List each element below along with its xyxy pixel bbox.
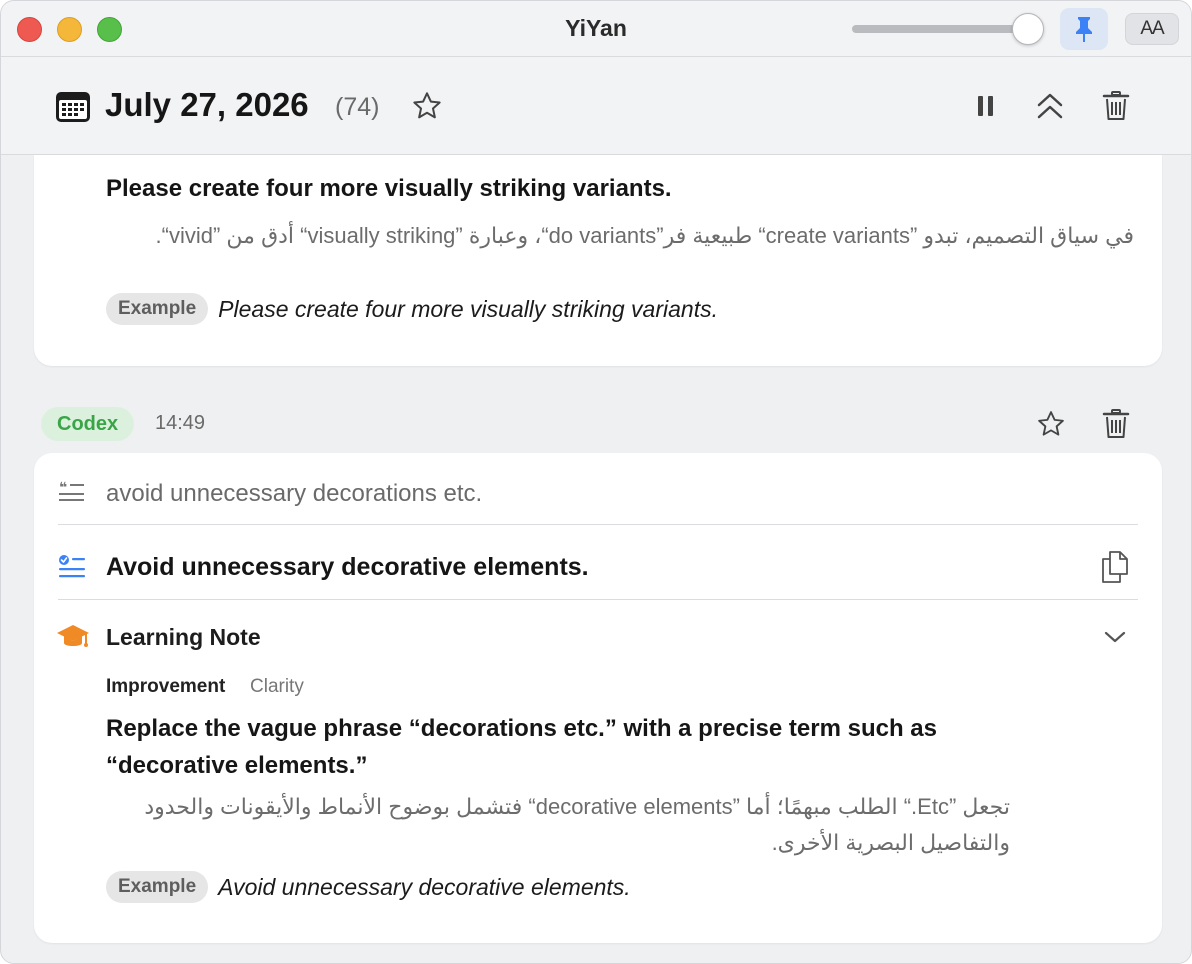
previous-sentence: Please create four more visually strikin… bbox=[106, 175, 672, 202]
example-text: Please create four more visually strikin… bbox=[218, 295, 718, 322]
font-size-button[interactable]: AA bbox=[1125, 13, 1179, 45]
source-badge: Codex bbox=[41, 407, 135, 441]
entry-example-row: Example Avoid unnecessary decorative ele… bbox=[106, 871, 631, 903]
pause-icon[interactable] bbox=[975, 93, 997, 119]
example-text: Avoid unnecessary decorative elements. bbox=[218, 873, 631, 900]
font-size-label: AA bbox=[1140, 18, 1164, 39]
opacity-slider-thumb[interactable] bbox=[1012, 13, 1044, 45]
explanation-text: تجعل ”Etc.“ الطلب مبهمًا؛ أما ”decorativ… bbox=[144, 794, 1010, 855]
date-title: July 27, 2026 bbox=[105, 86, 309, 123]
delete-entry-trash-icon[interactable] bbox=[1102, 408, 1130, 440]
opacity-slider[interactable] bbox=[852, 25, 1028, 33]
minimize-window-button[interactable] bbox=[57, 17, 82, 42]
copy-icon[interactable] bbox=[1100, 550, 1130, 584]
entry-time: 14:49 bbox=[155, 412, 206, 434]
original-text-quote-icon: ❝ bbox=[59, 480, 84, 501]
pin-button[interactable] bbox=[1060, 8, 1108, 50]
pin-icon bbox=[1076, 17, 1092, 42]
chevron-down-icon[interactable] bbox=[1103, 629, 1127, 645]
corrected-text[interactable]: Avoid unnecessary decorative elements. bbox=[106, 553, 589, 582]
previous-entry-card: Please create four more visually strikin… bbox=[34, 155, 1162, 366]
favorite-day-star-icon[interactable] bbox=[411, 90, 443, 122]
title-bar: YiYan AA bbox=[1, 1, 1191, 57]
entry-card: ❝ avoid unnecessary decorations etc. Avo… bbox=[34, 453, 1162, 943]
day-header: July 27, 2026 (74) bbox=[1, 57, 1191, 155]
note-category-tag: Clarity bbox=[250, 676, 304, 697]
example-badge: Example bbox=[106, 871, 209, 903]
app-window: YiYan AA July 27, 2026 (74) Please creat… bbox=[0, 0, 1192, 964]
note-type-label: Improvement bbox=[106, 676, 226, 697]
zoom-window-button[interactable] bbox=[97, 17, 122, 42]
original-text: avoid unnecessary decorations etc. bbox=[106, 480, 483, 507]
divider bbox=[58, 599, 1138, 600]
previous-explanation: في سياق التصميم، تبدو ”create variants“ … bbox=[155, 223, 1134, 248]
collapse-all-icon[interactable] bbox=[1035, 90, 1065, 122]
example-badge: Example bbox=[106, 293, 209, 325]
suggestion-text: Replace the vague phrase “decorations et… bbox=[106, 715, 937, 779]
previous-example-row: Example Please create four more visually… bbox=[106, 293, 718, 325]
learning-note-title: Learning Note bbox=[106, 624, 261, 650]
corrected-checklist-icon bbox=[59, 555, 85, 578]
delete-day-trash-icon[interactable] bbox=[1102, 90, 1130, 122]
entry-count: (74) bbox=[335, 93, 380, 121]
close-window-button[interactable] bbox=[17, 17, 42, 42]
calendar-icon bbox=[56, 92, 90, 122]
favorite-entry-star-icon[interactable] bbox=[1036, 409, 1066, 439]
graduation-cap-icon bbox=[57, 625, 89, 647]
divider bbox=[58, 524, 1138, 525]
